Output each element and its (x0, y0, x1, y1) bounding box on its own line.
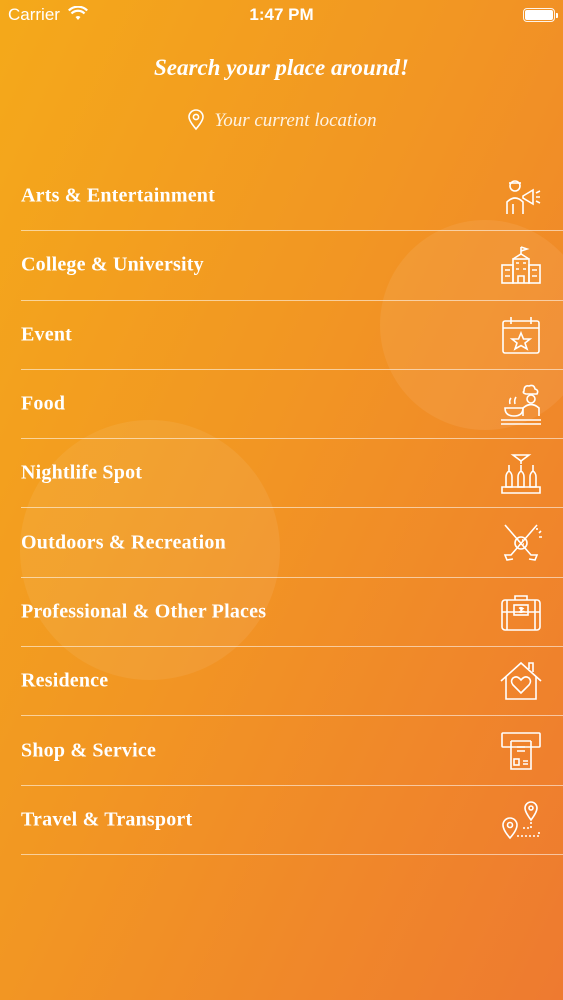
route-pin-icon (499, 798, 543, 842)
category-label: Travel & Transport (21, 808, 193, 831)
card-payment-icon (499, 729, 543, 773)
category-row-residence[interactable]: Residence (21, 647, 563, 717)
category-row-arts-entertainment[interactable]: Arts & Entertainment (21, 162, 563, 232)
category-label: Nightlife Spot (21, 461, 143, 484)
golf-clubs-icon (499, 521, 543, 565)
category-row-travel-transport[interactable]: Travel & Transport (21, 786, 563, 855)
bottles-icon (499, 451, 543, 495)
category-row-nightlife-spot[interactable]: Nightlife Spot (21, 439, 563, 509)
status-bar: Carrier 1:47 PM (0, 0, 563, 30)
category-row-college-university[interactable]: College & University (21, 231, 563, 301)
category-label: College & University (21, 253, 204, 276)
performer-megaphone-icon (499, 174, 543, 218)
category-row-food[interactable]: Food (21, 370, 563, 440)
category-label: Residence (21, 669, 109, 692)
current-location-label: Your current location (214, 110, 377, 131)
current-location-button[interactable]: Your current location (0, 108, 563, 132)
category-label: Professional & Other Places (21, 600, 267, 623)
category-label: Arts & Entertainment (21, 184, 215, 207)
category-row-event[interactable]: Event (21, 301, 563, 370)
category-row-professional-other[interactable]: Professional & Other Places (21, 578, 563, 648)
house-heart-icon (499, 659, 543, 703)
category-label: Event (21, 323, 72, 346)
battery-icon (523, 8, 558, 22)
category-label: Outdoors & Recreation (21, 531, 226, 554)
category-label: Food (21, 392, 66, 415)
category-list: Arts & Entertainment College & Universit… (21, 162, 563, 855)
briefcase-icon (499, 590, 543, 634)
category-label: Shop & Service (21, 739, 157, 762)
clock: 1:47 PM (249, 5, 314, 24)
chef-cooking-icon (499, 382, 543, 426)
category-row-shop-service[interactable]: Shop & Service (21, 716, 563, 786)
page-title: Search your place around! (154, 55, 409, 80)
university-building-icon (499, 243, 543, 287)
category-row-outdoors-recreation[interactable]: Outdoors & Recreation (21, 508, 563, 578)
location-pin-icon (188, 108, 205, 130)
calendar-star-icon (499, 313, 543, 357)
